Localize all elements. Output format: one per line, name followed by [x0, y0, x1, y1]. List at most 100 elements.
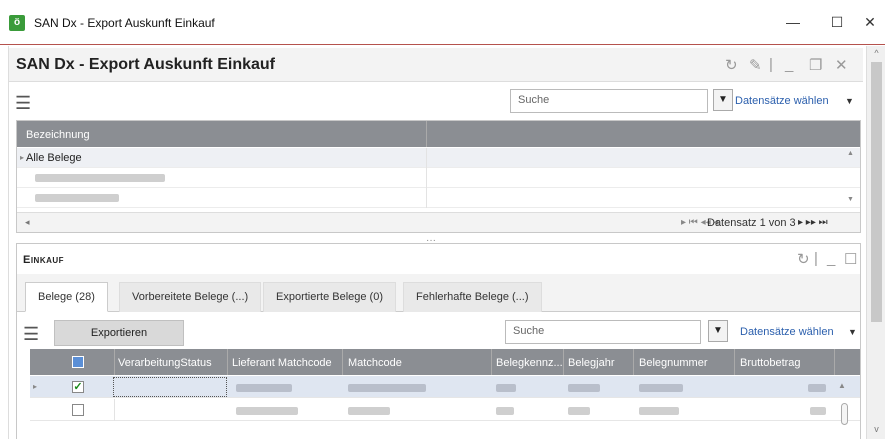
close-icon[interactable]: ✕ — [835, 56, 848, 74]
einkauf-title: Einkauf — [23, 254, 65, 266]
blurred-text — [808, 384, 826, 392]
column-separator — [734, 349, 735, 375]
column-header-belegkennz[interactable]: Belegkennz... — [496, 357, 563, 369]
refresh-icon[interactable]: ↻ — [725, 56, 738, 74]
title-divider — [0, 44, 885, 45]
column-separator — [633, 349, 634, 375]
panel-header: SAN Dx - Export Auskunft Einkauf ↻ ✎ | _… — [9, 48, 863, 82]
focused-cell[interactable] — [113, 377, 227, 397]
blurred-text — [236, 407, 298, 415]
blurred-text — [568, 384, 600, 392]
top-grid: Bezeichnung ▸ Alle Belege ▲ ▼ ◂ ▸ ⏮ ◂◂ ◂… — [16, 120, 861, 233]
close-window-button[interactable]: ✕ — [855, 11, 885, 33]
menu-icon[interactable]: ☰ — [15, 93, 31, 114]
filter-dropdown-button[interactable]: ▼ — [713, 89, 733, 111]
blurred-text — [35, 194, 119, 202]
tab-vorbereitete-belege[interactable]: Vorbereitete Belege (...) — [119, 282, 262, 312]
window-title: SAN Dx - Export Auskunft Einkauf — [34, 16, 215, 30]
blurred-text — [348, 384, 426, 392]
grid-scrollbar[interactable]: ▲ ▼ — [843, 148, 859, 208]
scroll-up-icon[interactable]: ▲ — [838, 381, 846, 390]
table-row[interactable] — [17, 188, 860, 208]
blurred-text — [568, 407, 590, 415]
einkauf-header: Einkauf ↻ | _ ☐ — [17, 244, 860, 274]
blurred-text — [496, 384, 516, 392]
column-separator — [426, 121, 427, 147]
panel-title: SAN Dx - Export Auskunft Einkauf — [16, 56, 275, 73]
pager-next-last-icons[interactable]: ▸ ▸▸ ⏭ — [798, 217, 828, 228]
table-row[interactable]: ▸ ✓ ▲ — [30, 376, 860, 398]
pager-status: Datensatz 1 von 3 — [707, 217, 796, 229]
chevron-down-icon[interactable]: ▼ — [848, 327, 857, 337]
tab-belege[interactable]: Belege (28) — [25, 282, 108, 312]
column-separator — [227, 349, 228, 375]
column-separator — [834, 349, 835, 375]
grid-header: Bezeichnung — [17, 121, 860, 147]
row-pointer-icon: ▸ — [33, 382, 38, 391]
table-row[interactable]: ▸ Alle Belege — [17, 148, 860, 168]
tab-fehlerhafte-belege[interactable]: Fehlerhafte Belege (...) — [403, 282, 542, 312]
column-header-bruttobetrag[interactable]: Bruttobetrag — [740, 357, 801, 369]
cell-separator — [426, 148, 427, 168]
search-input[interactable]: Suche — [505, 320, 701, 344]
column-header-lieferant[interactable]: Lieferant Matchcode — [232, 357, 332, 369]
scroll-left-icon[interactable]: ◂ — [25, 217, 30, 228]
datasets-select-link[interactable]: Datensätze wählen — [740, 326, 834, 338]
einkauf-panel: Einkauf ↻ | _ ☐ Belege (28) Vorbereitete… — [16, 243, 861, 439]
table-row[interactable] — [17, 168, 860, 188]
column-header-belegnummer[interactable]: Belegnummer — [639, 357, 707, 369]
maximize-icon[interactable]: ☐ — [844, 250, 857, 268]
cell-separator — [426, 188, 427, 208]
grid-scroll-thumb[interactable] — [841, 403, 848, 425]
scroll-down-icon[interactable]: v — [870, 424, 883, 434]
menu-icon[interactable]: ☰ — [23, 324, 39, 345]
divider-icon: | — [814, 250, 818, 267]
app-icon: ö — [9, 15, 25, 31]
scroll-up-icon[interactable]: ^ — [870, 48, 883, 58]
column-header-bezeichnung[interactable]: Bezeichnung — [26, 129, 90, 141]
minimize-window-button[interactable]: — — [778, 11, 808, 33]
select-all-checkbox[interactable] — [72, 356, 84, 368]
title-bar: ö SAN Dx - Export Auskunft Einkauf — ☐ ✕ — [0, 0, 885, 44]
cell-separator — [114, 399, 115, 421]
filter-dropdown-button[interactable]: ▼ — [708, 320, 728, 342]
row-checkbox[interactable] — [72, 404, 84, 416]
column-header-belegjahr[interactable]: Belegjahr — [568, 357, 614, 369]
grid-pager: ◂ ▸ ⏮ ◂◂ ◂ Datensatz 1 von 3 ▸ ▸▸ ⏭ — [17, 212, 860, 232]
search-input[interactable]: Suche — [510, 89, 708, 113]
row-checkbox-checked[interactable]: ✓ — [72, 381, 84, 393]
refresh-icon[interactable]: ↻ — [797, 250, 810, 268]
column-header-status[interactable]: VerarbeitungStatus — [118, 357, 212, 369]
restore-icon[interactable]: ❐ — [809, 56, 822, 74]
column-header-matchcode[interactable]: Matchcode — [348, 357, 402, 369]
blurred-text — [496, 407, 514, 415]
window-scrollbar[interactable]: ^ v — [866, 46, 885, 439]
minimize-icon[interactable]: _ — [827, 250, 835, 267]
wrench-icon[interactable]: ✎ — [749, 56, 762, 74]
blurred-text — [236, 384, 292, 392]
row-label: Alle Belege — [26, 152, 82, 164]
scroll-up-icon[interactable]: ▲ — [847, 150, 854, 157]
minimize-icon[interactable]: _ — [785, 56, 793, 73]
tab-exportierte-belege[interactable]: Exportierte Belege (0) — [263, 282, 396, 312]
blurred-text — [639, 384, 683, 392]
column-separator — [491, 349, 492, 375]
scroll-down-icon[interactable]: ▼ — [847, 196, 854, 203]
row-pointer-icon: ▸ — [20, 153, 25, 162]
divider-icon: | — [769, 56, 773, 73]
maximize-window-button[interactable]: ☐ — [822, 11, 852, 33]
blurred-text — [639, 407, 679, 415]
scroll-thumb[interactable] — [871, 62, 882, 322]
blurred-text — [810, 407, 826, 415]
datasets-select-link[interactable]: Datensätze wählen — [735, 95, 829, 107]
export-button[interactable]: Exportieren — [54, 320, 184, 346]
column-separator — [563, 349, 564, 375]
tab-bar: Belege (28) Vorbereitete Belege (...) Ex… — [17, 274, 860, 312]
blurred-text — [348, 407, 390, 415]
chevron-down-icon[interactable]: ▼ — [845, 96, 854, 106]
belege-grid-header: VerarbeitungStatus Lieferant Matchcode M… — [30, 349, 860, 375]
cell-separator — [426, 168, 427, 188]
column-separator — [114, 349, 115, 375]
blurred-text — [35, 174, 165, 182]
table-row[interactable] — [30, 399, 860, 425]
